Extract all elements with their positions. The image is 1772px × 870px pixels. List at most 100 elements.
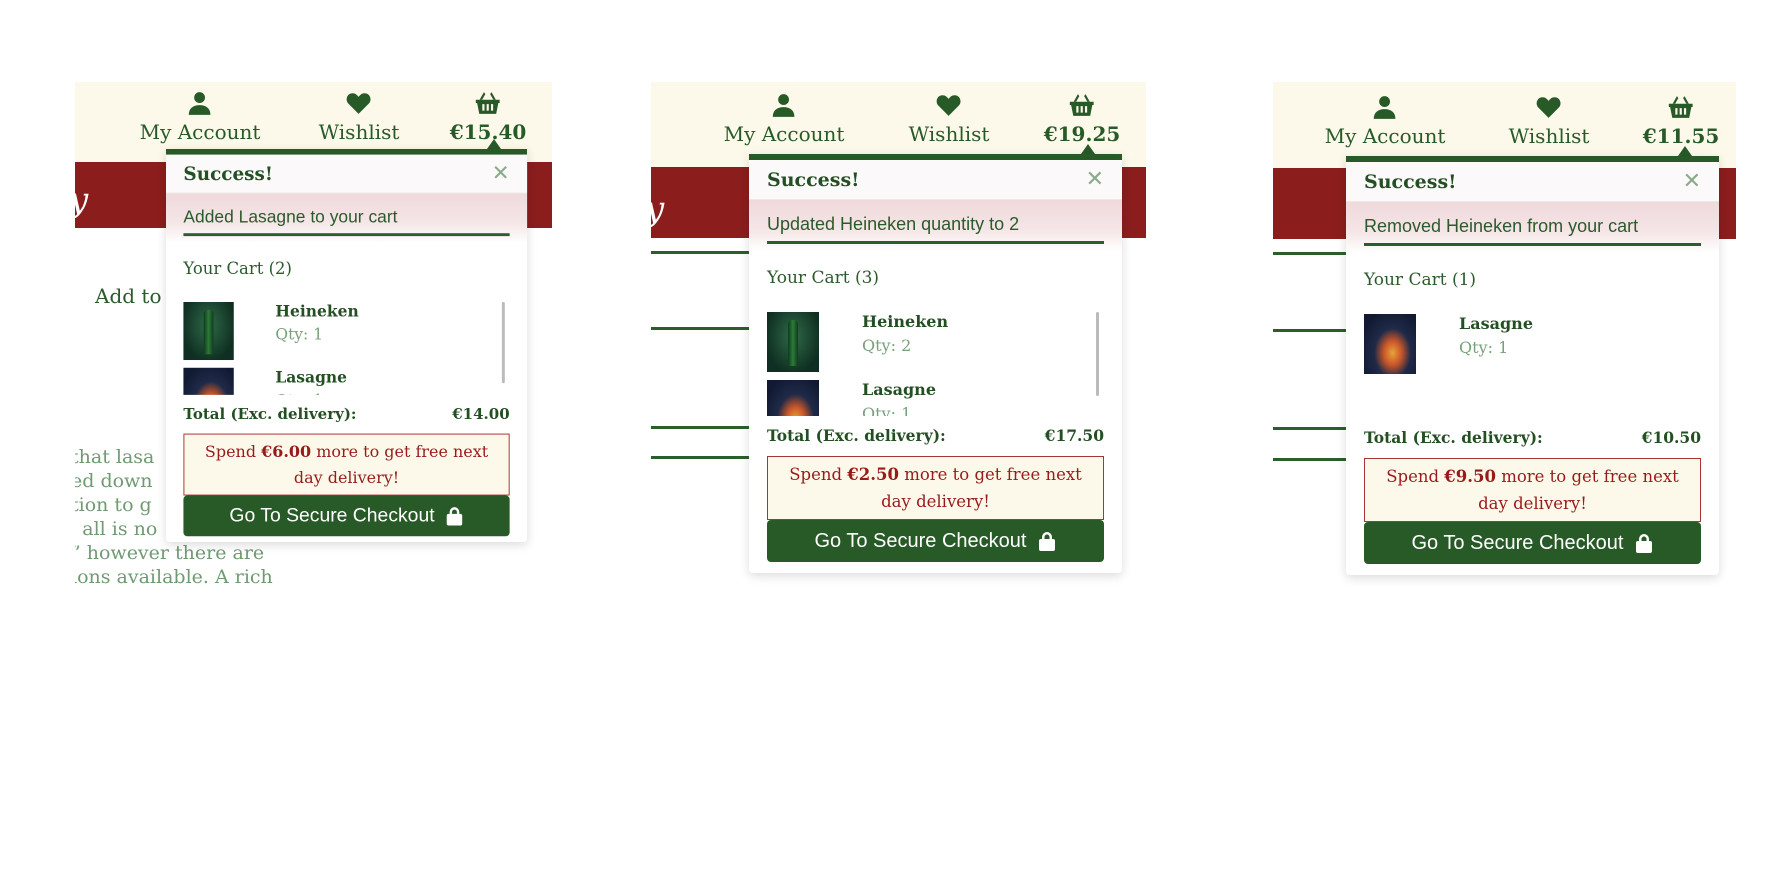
cart-link[interactable]: €11.55 (1642, 94, 1720, 148)
promo-amount: €6.00 (261, 442, 312, 461)
cart-items-list[interactable]: Heineken Qty: 2 Lasagne Qty: 1 (749, 312, 1122, 416)
basket-icon (1669, 96, 1693, 118)
cart-item[interactable]: Heineken Qty: 1 (183, 301, 509, 368)
free-delivery-notice: Spend €9.50 more to get free next day de… (1364, 458, 1701, 522)
my-account-link[interactable]: My Account (1324, 94, 1446, 148)
alert-message: Added Lasagne to your cart (166, 193, 528, 243)
popup-caret (1678, 146, 1692, 156)
cart-total-row: Total (Exc. delivery): €14.00 (166, 395, 527, 432)
cart-total: €19.25 (1043, 122, 1121, 146)
alert-message-text: Removed Heineken from your cart (1364, 216, 1639, 236)
wishlist-link[interactable]: Wishlist (909, 92, 989, 146)
alert-divider (183, 233, 510, 237)
cart-title: Your Cart (2) (183, 259, 292, 279)
cart-popup: Success! ✕ Updated Heineken quantity to … (749, 154, 1122, 573)
wishlist-label: Wishlist (1508, 124, 1590, 148)
cart-item[interactable]: Lasagne Qty: 1 (183, 367, 509, 395)
alert-message: Removed Heineken from your cart (1346, 202, 1719, 253)
wishlist-link[interactable]: Wishlist (318, 90, 400, 144)
divider (1273, 458, 1346, 461)
cart-link[interactable]: €15.40 (450, 90, 526, 144)
lock-icon (1636, 534, 1653, 553)
total-value: €14.00 (452, 404, 510, 423)
paragraph-line: ” however there are (75, 542, 265, 564)
cart-items-list[interactable]: Heineken Qty: 1 Lasagne Qty: 1 (166, 301, 527, 395)
total-label: Total (Exc. delivery): (183, 404, 357, 423)
close-icon[interactable]: ✕ (1086, 167, 1104, 192)
paragraph-line: that lasa (75, 446, 155, 468)
divider (1273, 427, 1346, 430)
wishlist-link[interactable]: Wishlist (1508, 94, 1590, 148)
close-icon[interactable]: ✕ (1683, 169, 1701, 194)
divider (651, 456, 749, 459)
cart-total: €11.55 (1642, 124, 1720, 148)
cart-items-list[interactable]: Lasagne Qty: 1 (1346, 314, 1719, 418)
promo-amount: €2.50 (847, 465, 899, 484)
divider (1273, 329, 1346, 332)
secure-checkout-button[interactable]: Go To Secure Checkout (1364, 522, 1701, 564)
my-account-link[interactable]: My Account (139, 90, 261, 144)
scrollbar[interactable] (501, 301, 505, 384)
promo-prefix: Spend (1386, 467, 1445, 486)
lock-icon (1039, 532, 1056, 551)
product-quantity: Qty: 1 (862, 404, 912, 416)
alert-title: Success! (183, 163, 273, 185)
free-delivery-notice: Spend €6.00 more to get free next day de… (183, 433, 510, 496)
promo-prefix: Spend (789, 465, 848, 484)
total-label: Total (Exc. delivery): (1364, 427, 1543, 447)
heart-icon (347, 93, 371, 114)
wishlist-label: Wishlist (318, 120, 400, 144)
promo-prefix: Spend (204, 442, 262, 461)
basket-icon (476, 92, 500, 114)
scrollbar[interactable] (1096, 312, 1099, 396)
paragraph-line: ed down (75, 470, 153, 492)
heart-icon (1537, 97, 1561, 118)
free-delivery-notice: Spend €2.50 more to get free next day de… (767, 456, 1104, 520)
divider (651, 251, 749, 254)
cart-item[interactable]: Heineken Qty: 2 (767, 312, 1104, 380)
divider (651, 327, 749, 330)
secure-checkout-button[interactable]: Go To Secure Checkout (183, 495, 510, 537)
product-image (767, 312, 819, 372)
site-header-panel: y Add to that lasa ed down tion to g ' a… (75, 82, 552, 722)
close-icon[interactable]: ✕ (492, 162, 510, 186)
total-value: €17.50 (1044, 425, 1104, 445)
my-account-link[interactable]: My Account (724, 92, 844, 146)
alert-message: Updated Heineken quantity to 2 (749, 200, 1122, 251)
my-account-label: My Account (1324, 124, 1446, 148)
checkout-label: Go To Secure Checkout (814, 529, 1027, 552)
cart-popup: Success! ✕ Added Lasagne to your cart Yo… (166, 149, 528, 543)
product-quantity: Qty: 2 (862, 336, 912, 355)
product-name: Heineken (862, 312, 949, 331)
secure-checkout-button[interactable]: Go To Secure Checkout (767, 520, 1104, 562)
product-name: Lasagne (275, 367, 348, 387)
alert-divider (1364, 243, 1701, 246)
popup-caret (1081, 144, 1095, 154)
cart-total-row: Total (Exc. delivery): €10.50 (1346, 418, 1719, 456)
cart-item[interactable]: Lasagne Qty: 1 (767, 380, 1104, 416)
brand-script-fragment: y (651, 189, 664, 229)
cart-item[interactable]: Lasagne Qty: 1 (1364, 314, 1701, 382)
checkout-label: Go To Secure Checkout (1411, 531, 1624, 554)
paragraph-line: ions available. A rich (75, 566, 273, 588)
user-icon (773, 94, 795, 117)
product-name: Lasagne (862, 380, 936, 399)
my-account-label: My Account (139, 120, 261, 144)
promo-suffix: more to get free next day delivery! (881, 465, 1082, 511)
paragraph-line: tion to g (75, 494, 152, 516)
lock-icon (447, 507, 463, 526)
alert-message-text: Updated Heineken quantity to 2 (767, 214, 1020, 234)
checkout-label: Go To Secure Checkout (229, 504, 435, 527)
cart-link[interactable]: €19.25 (1043, 92, 1121, 146)
product-quantity: Qty: 1 (1459, 338, 1509, 357)
alert-header: Success! ✕ (749, 160, 1122, 200)
product-image (183, 367, 234, 395)
total-label: Total (Exc. delivery): (767, 425, 946, 445)
cart-total-row: Total (Exc. delivery): €17.50 (749, 416, 1122, 454)
popup-caret (487, 139, 501, 149)
free-delivery-text: Spend €6.00 more to get free next day de… (198, 438, 495, 490)
product-name: Heineken (275, 301, 359, 321)
promo-suffix: more to get free next day delivery! (1478, 467, 1679, 513)
site-header-panel: y Add to that lasa ed down tion to g ' a… (651, 82, 1146, 722)
brand-script-fragment: y (75, 180, 88, 220)
